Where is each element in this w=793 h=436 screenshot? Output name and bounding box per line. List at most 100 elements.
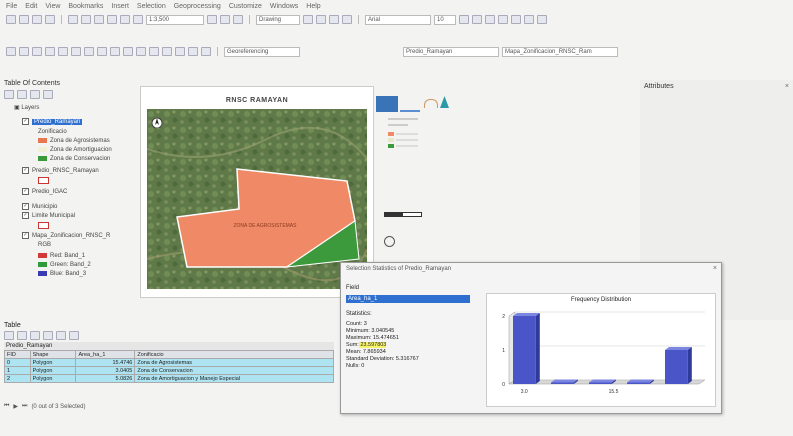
editor-icon[interactable] — [207, 15, 217, 24]
zoom-in-icon[interactable] — [6, 47, 16, 56]
undo-icon[interactable] — [107, 15, 117, 24]
layer-visibility-checkbox[interactable]: ✓ — [22, 188, 29, 195]
fixed-zoom-out-icon[interactable] — [71, 47, 81, 56]
menu-item-help[interactable]: Help — [306, 3, 320, 10]
column-header[interactable]: Zonificacio — [134, 350, 334, 359]
column-header[interactable]: FID — [4, 350, 31, 359]
font-color-icon[interactable] — [498, 15, 508, 24]
next-record-icon[interactable]: ▶ — [13, 403, 18, 410]
close-icon[interactable]: × — [713, 265, 717, 272]
layer-visibility-checkbox[interactable]: ✓ — [22, 212, 29, 219]
select-elements-icon[interactable] — [303, 15, 313, 24]
table-row[interactable]: 1 Polygon 3.0405 Zona de Conservacion — [4, 366, 334, 375]
menu-item-bookmarks[interactable]: Bookmarks — [68, 3, 103, 10]
column-header[interactable]: Shape — [29, 350, 77, 359]
print-icon[interactable] — [45, 15, 55, 24]
search-icon[interactable] — [233, 15, 243, 24]
italic-icon[interactable] — [472, 15, 482, 24]
table-row[interactable]: 2 Polygon 5.0826 Zona de Amortiguacion y Ma… — [4, 374, 334, 383]
layer-visibility-checkbox[interactable]: ✓ — [22, 167, 29, 174]
hyperlink-icon[interactable] — [188, 47, 198, 56]
toc-layer[interactable]: ✓ Predio_IGAC — [22, 188, 67, 195]
menu-item-file[interactable]: File — [6, 3, 17, 10]
legend-swatch[interactable] — [38, 156, 47, 161]
legend-swatch[interactable] — [38, 147, 47, 152]
layer-visibility-checkbox[interactable]: ✓ — [22, 118, 29, 125]
menu-item-customize[interactable]: Customize — [229, 3, 262, 10]
fill-color-icon[interactable] — [511, 15, 521, 24]
related-tables-icon[interactable] — [17, 331, 27, 340]
select-features-icon[interactable] — [110, 47, 120, 56]
toc-layer[interactable]: ✓ Municipio — [22, 203, 57, 210]
menu-item-selection[interactable]: Selection — [137, 3, 166, 10]
table-options-icon[interactable] — [4, 331, 14, 340]
clear-selection-icon[interactable] — [56, 331, 66, 340]
clear-selection-icon[interactable] — [123, 47, 133, 56]
font-size-combo[interactable]: 10 — [434, 14, 456, 25]
bold-icon[interactable] — [459, 15, 469, 24]
rectangle-icon[interactable] — [329, 15, 339, 24]
layers-root[interactable]: ▣ Layers — [14, 104, 39, 111]
first-record-icon[interactable]: ⏮ — [4, 403, 9, 410]
georeferencing-menu[interactable]: Georeferencing — [224, 46, 300, 57]
back-extent-icon[interactable] — [84, 47, 94, 56]
list-by-selection-icon[interactable] — [43, 90, 53, 99]
layer-visibility-checkbox[interactable]: ✓ — [22, 203, 29, 210]
paste-icon[interactable] — [94, 15, 104, 24]
legend-swatch[interactable] — [38, 177, 49, 184]
html-popup-icon[interactable] — [201, 47, 211, 56]
switch-selection-icon[interactable] — [43, 331, 53, 340]
identify-icon[interactable] — [149, 47, 159, 56]
underline-icon[interactable] — [485, 15, 495, 24]
add-data-icon[interactable] — [133, 15, 143, 24]
new-icon[interactable] — [6, 15, 16, 24]
scale-combo[interactable]: 1:3,500 — [146, 14, 204, 25]
open-icon[interactable] — [19, 15, 29, 24]
marker-color-icon[interactable] — [537, 15, 547, 24]
copy-icon[interactable] — [81, 15, 91, 24]
save-icon[interactable] — [32, 15, 42, 24]
toc-layer[interactable]: ✓ Limite Municipal — [22, 212, 75, 219]
layout-page[interactable]: RNSC RAMAYAN ZONA DE AGROSISTEMAS — [140, 86, 374, 298]
rotate-icon[interactable] — [316, 15, 326, 24]
menu-item-geoprocessing[interactable]: Geoprocessing — [174, 3, 221, 10]
toc-layer[interactable]: ✓ Predio_Ramayan — [22, 118, 83, 126]
list-by-drawing-order-icon[interactable] — [4, 90, 14, 99]
last-record-icon[interactable]: ⏭ — [22, 403, 27, 410]
column-header[interactable]: Area_ha_1 — [75, 350, 136, 359]
menu-item-insert[interactable]: Insert — [111, 3, 129, 10]
line-color-icon[interactable] — [524, 15, 534, 24]
drawing-menu[interactable]: Drawing — [256, 14, 300, 25]
cut-icon[interactable] — [68, 15, 78, 24]
forward-extent-icon[interactable] — [97, 47, 107, 56]
redo-icon[interactable] — [120, 15, 130, 24]
legend-swatch[interactable] — [38, 271, 47, 276]
zoom-out-icon[interactable] — [19, 47, 29, 56]
close-icon[interactable]: × — [785, 83, 789, 90]
legend-swatch[interactable] — [38, 262, 47, 267]
layer-combo[interactable]: Predio_Ramayan — [403, 46, 499, 57]
menu-item-view[interactable]: View — [45, 3, 60, 10]
menu-item-windows[interactable]: Windows — [270, 3, 298, 10]
table-row[interactable]: 0 Polygon 15.4746 Zona de Agrosistemas — [4, 358, 334, 367]
fixed-zoom-in-icon[interactable] — [58, 47, 68, 56]
find-icon[interactable] — [162, 47, 172, 56]
catalog-icon[interactable] — [220, 15, 230, 24]
legend-swatch[interactable] — [38, 253, 47, 258]
toc-layer[interactable]: ✓ Mapa_Zonificacion_RNSC_R — [22, 232, 110, 239]
toc-layer[interactable]: ✓ Predio_RNSC_Ramayan — [22, 167, 99, 174]
font-combo[interactable]: Arial — [365, 14, 431, 25]
list-by-visibility-icon[interactable] — [30, 90, 40, 99]
legend-swatch[interactable] — [38, 222, 49, 229]
measure-icon[interactable] — [175, 47, 185, 56]
text-icon[interactable] — [342, 15, 352, 24]
list-by-source-icon[interactable] — [17, 90, 27, 99]
select-by-attributes-icon[interactable] — [30, 331, 40, 340]
field-select[interactable]: Area_ha_1 — [346, 295, 470, 303]
delete-selected-icon[interactable] — [69, 331, 79, 340]
pan-icon[interactable] — [32, 47, 42, 56]
menu-item-edit[interactable]: Edit — [25, 3, 37, 10]
select-elements-icon[interactable] — [136, 47, 146, 56]
map-document-combo[interactable]: Mapa_Zonificacion_RNSC_Ram — [502, 46, 618, 57]
legend-swatch[interactable] — [38, 138, 47, 143]
